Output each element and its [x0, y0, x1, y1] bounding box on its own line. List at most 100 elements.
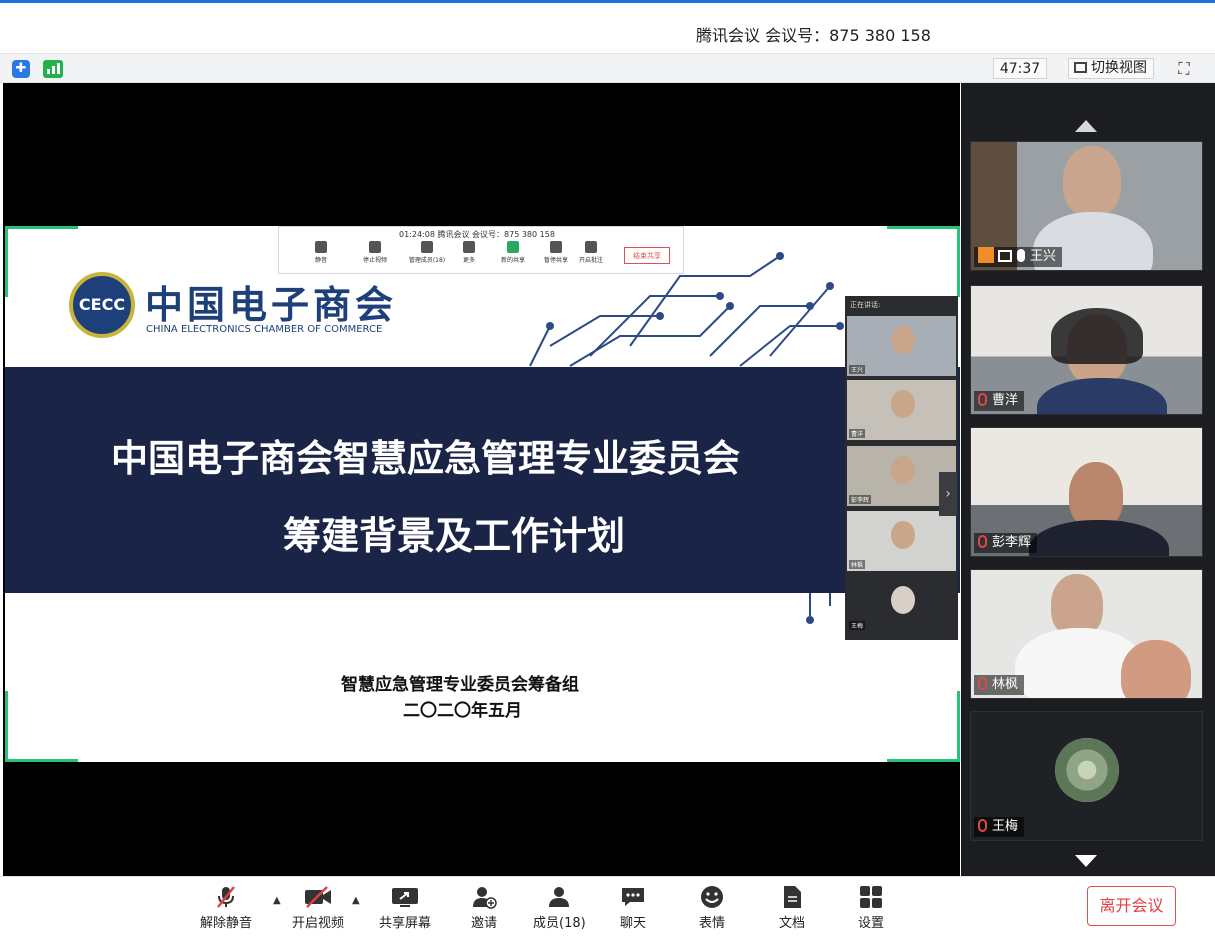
- logo-english-name: CHINA ELECTRONICS CHAMBER OF COMMERCE: [146, 324, 383, 335]
- share-stop-video-button[interactable]: 停止视频: [353, 241, 397, 264]
- share-status-text: 01:24:08 腾讯会议 会议号：875 380 158: [399, 230, 555, 239]
- share-new-share-button[interactable]: 新的共享: [491, 241, 535, 264]
- slide-date: 二〇二〇年五月: [403, 701, 522, 721]
- members-button[interactable]: 成员(18): [533, 885, 586, 931]
- documents-button[interactable]: 文档: [778, 885, 806, 931]
- participant-face: [1051, 574, 1103, 636]
- members-label: 成员(18): [533, 916, 586, 931]
- float-tile[interactable]: 王梅: [847, 576, 956, 632]
- float-tile[interactable]: 曹洋: [847, 380, 956, 440]
- participant-hand: [1121, 640, 1191, 698]
- slide-subtitle: 筹建背景及工作计划: [283, 514, 626, 558]
- signal-icon[interactable]: [43, 60, 63, 78]
- leave-meeting-button[interactable]: 离开会议: [1087, 886, 1176, 926]
- camera-off-icon: [305, 886, 331, 908]
- speaker-float-panel: 正在讲话: 王兴 曹洋 彭李辉 林枫 王梅: [845, 296, 958, 640]
- corner-mark: [5, 226, 78, 297]
- meeting-toolbar: 解除静音 ▲ 开启视频 ▲ 共享屏幕 邀请 成员(18) 聊天 表情 文档 设置…: [0, 876, 1215, 939]
- float-tile[interactable]: 林枫: [847, 511, 956, 571]
- status-bar: ✚ 47:37 切换视图 ⛶: [0, 53, 1215, 83]
- participant-name-label: 林枫: [974, 675, 1025, 695]
- invite-user-icon: [473, 887, 497, 909]
- mic-off-icon: [978, 535, 987, 548]
- video-tile[interactable]: 王兴: [970, 141, 1203, 271]
- annotate-icon: [585, 241, 597, 253]
- reactions-label: 表情: [698, 916, 725, 931]
- audio-options-caret-icon[interactable]: ▲: [273, 895, 281, 906]
- title-band: 中国电子商会智慧应急管理专业委员会 筹建背景及工作计划: [5, 367, 960, 593]
- video-tile[interactable]: 王梅: [970, 711, 1203, 841]
- video-tile[interactable]: 林枫: [970, 569, 1203, 699]
- corner-mark: [887, 226, 960, 297]
- share-annotate-button[interactable]: 开启批注: [569, 241, 613, 264]
- mic-muted-icon: [217, 886, 235, 908]
- pause-share-icon: [550, 241, 562, 253]
- mic-off-icon: [978, 393, 987, 406]
- documents-label: 文档: [778, 916, 805, 931]
- settings-label: 设置: [857, 916, 884, 931]
- chat-icon: [622, 888, 644, 906]
- mic-on-icon: [1017, 249, 1025, 262]
- mic-icon: [315, 241, 327, 253]
- corner-mark: [5, 691, 78, 762]
- participant-name-label: 王兴: [974, 247, 1063, 267]
- participant-name-label: 曹洋: [974, 391, 1025, 411]
- float-tile[interactable]: 王兴: [847, 316, 956, 376]
- video-options-caret-icon[interactable]: ▲: [352, 895, 360, 906]
- participant-face: [891, 390, 915, 418]
- speaking-label: 正在讲话:: [850, 301, 881, 309]
- start-video-button[interactable]: 开启视频: [292, 885, 344, 931]
- shield-icon[interactable]: ✚: [12, 60, 30, 78]
- participant-avatar: [1055, 738, 1119, 802]
- share-manage-members-button[interactable]: 管理成员(18): [405, 241, 449, 264]
- apps-grid-icon: [860, 886, 882, 908]
- scroll-down-icon[interactable]: [1075, 855, 1097, 867]
- participant-face: [1063, 146, 1121, 216]
- unmute-label: 解除静音: [200, 916, 253, 931]
- video-tile[interactable]: 彭李辉: [970, 427, 1203, 557]
- title-bar: 腾讯会议 会议号：875 380 158: [0, 3, 1215, 53]
- layout-icon: [1074, 62, 1087, 73]
- members-icon: [421, 241, 433, 253]
- float-panel-expand-arrow[interactable]: ›: [939, 472, 957, 516]
- share-screen-label: 共享屏幕: [379, 916, 432, 931]
- share-screen-icon: [392, 888, 418, 907]
- participant-face: [891, 521, 915, 549]
- invite-label: 邀请: [470, 916, 497, 931]
- participant-name-label: 王梅: [974, 817, 1025, 837]
- chat-button[interactable]: 聊天: [619, 885, 647, 931]
- host-icon: [978, 247, 994, 263]
- new-share-icon: [507, 241, 519, 253]
- share-mute-button[interactable]: 静音: [299, 241, 343, 264]
- document-icon: [784, 886, 801, 908]
- meeting-title: 腾讯会议 会议号：875 380 158: [696, 26, 931, 45]
- scroll-up-icon[interactable]: [1075, 120, 1097, 132]
- chamber-logo-seal: CECC: [69, 272, 135, 338]
- settings-button[interactable]: 设置: [857, 885, 885, 931]
- mic-off-icon: [978, 819, 987, 832]
- slide-title: 中国电子商会智慧应急管理专业委员会: [111, 437, 740, 480]
- logo-chinese-name: 中国电子商会: [145, 282, 398, 327]
- fullscreen-icon[interactable]: ⛶: [1174, 59, 1194, 79]
- participant-name-label: 彭李辉: [974, 533, 1038, 553]
- invite-button[interactable]: 邀请: [470, 885, 498, 931]
- switch-view-button[interactable]: 切换视图: [1068, 58, 1154, 79]
- slide-organizer: 智慧应急管理专业委员会筹备组: [341, 675, 579, 695]
- participant-hair: [1051, 308, 1143, 364]
- members-icon: [549, 887, 569, 907]
- emoji-icon: [701, 886, 723, 908]
- participant-avatar: [891, 586, 915, 614]
- reactions-button[interactable]: 表情: [698, 885, 726, 931]
- participant-video-list: 王兴 曹洋 彭李辉 林枫 王梅: [961, 83, 1215, 876]
- share-more-button[interactable]: 更多: [447, 241, 491, 264]
- screen-share-toolbar: 01:24:08 腾讯会议 会议号：875 380 158 静音 停止视频 管理…: [278, 226, 684, 274]
- presentation-slide: CECC 中国电子商会 CHINA ELECTRONICS CHAMBER OF…: [5, 226, 960, 762]
- start-video-label: 开启视频: [292, 916, 345, 931]
- chat-label: 聊天: [619, 916, 646, 931]
- meeting-timer: 47:37: [993, 58, 1047, 79]
- share-screen-button[interactable]: 共享屏幕: [379, 885, 431, 931]
- video-tile[interactable]: 曹洋: [970, 285, 1203, 415]
- participant-face: [1069, 462, 1123, 528]
- unmute-button[interactable]: 解除静音: [200, 885, 252, 931]
- end-share-button[interactable]: 结束共享: [624, 247, 670, 264]
